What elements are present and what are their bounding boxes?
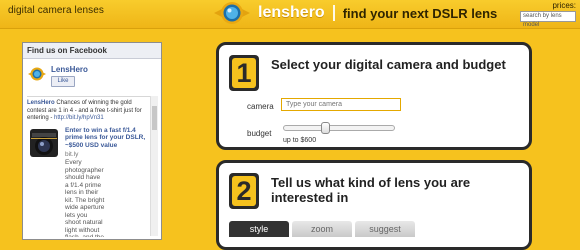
facebook-like-button[interactable]: Like <box>51 76 75 87</box>
step1-number: 1 <box>232 58 256 88</box>
step2-number-badge: 2 <box>229 173 259 209</box>
tab-zoom[interactable]: zoom <box>292 221 352 237</box>
lenshero-logo-icon[interactable] <box>27 65 47 83</box>
budget-slider[interactable] <box>283 122 395 134</box>
facebook-page-name[interactable]: LensHero <box>51 65 88 74</box>
budget-value: up to $600 <box>283 137 317 144</box>
logo-tagline: find your next DSLR lens <box>342 5 498 21</box>
facebook-shared-item: Enter to win a fast f/1.4 prime lens for… <box>27 127 151 237</box>
facebook-post: LensHero Chances of winning the gold con… <box>27 100 151 123</box>
budget-label: budget <box>247 129 272 138</box>
step2-number: 2 <box>232 176 256 206</box>
facebook-scrollbar-thumb[interactable] <box>152 106 157 130</box>
top-bar: digital camera lenses lenshero find your… <box>0 0 580 29</box>
step2-title: Tell us what kind of lens you are intere… <box>271 175 471 205</box>
facebook-stream: LensHero Chances of winning the gold con… <box>27 96 151 237</box>
prices-control: prices: search by lens model <box>520 1 576 28</box>
logo-divider <box>332 5 335 21</box>
step1-title: Select your digital camera and budget <box>271 57 506 72</box>
camera-lens-thumbnail[interactable] <box>27 127 61 159</box>
facebook-scrollbar[interactable] <box>150 96 158 236</box>
shared-item-title[interactable]: Enter to win a fast f/1.4 prime lens for… <box>65 127 151 150</box>
tab-style[interactable]: style <box>229 221 289 237</box>
prices-label: prices: <box>552 1 576 10</box>
step1-number-badge: 1 <box>229 55 259 91</box>
facebook-page: LensHero Like <box>27 65 88 87</box>
step1-card: 1 Select your digital camera and budget … <box>216 42 532 150</box>
site-logo[interactable]: lenshero find your next DSLR lens <box>212 0 497 26</box>
lens-tabs: style zoom suggest <box>229 221 418 237</box>
nav-link-digital-camera-lenses[interactable]: digital camera lenses <box>8 5 104 16</box>
facebook-widget: Find us on Facebook LensHero Like LensHe… <box>22 42 162 240</box>
shared-item-description: Every photographer should have a f/1.4 p… <box>65 159 105 237</box>
tab-suggest[interactable]: suggest <box>355 221 415 237</box>
lens-logo-icon <box>212 0 252 26</box>
facebook-widget-header: Find us on Facebook <box>23 43 161 59</box>
post-link[interactable]: http://bit.ly/hpVn31 <box>54 115 104 121</box>
prices-select[interactable]: search by lens model <box>520 11 576 28</box>
shared-item-url: bit.ly <box>65 151 79 158</box>
step2-card: 2 Tell us what kind of lens you are inte… <box>216 160 532 250</box>
camera-label: camera <box>247 102 274 111</box>
logo-name: lenshero <box>258 4 325 21</box>
camera-input[interactable] <box>281 98 401 111</box>
budget-slider-handle[interactable] <box>320 122 330 134</box>
post-author[interactable]: LensHero <box>27 100 55 106</box>
